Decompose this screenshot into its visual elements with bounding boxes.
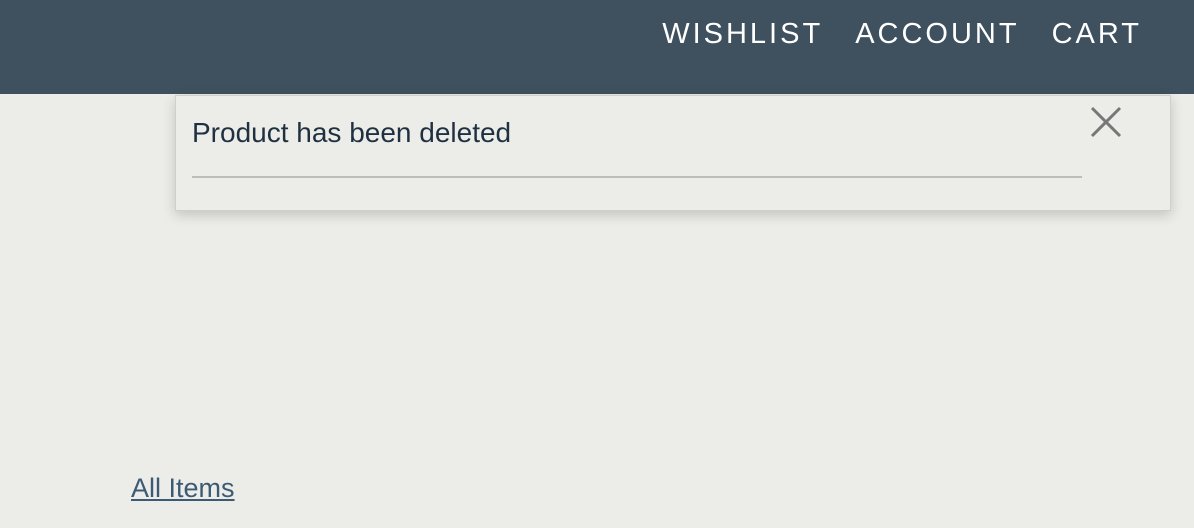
- close-icon: [1090, 106, 1122, 138]
- notification-close-button[interactable]: [1088, 104, 1124, 140]
- nav-account-link[interactable]: ACCOUNT: [855, 16, 1019, 52]
- header-nav: WISHLIST ACCOUNT CART: [662, 16, 1142, 52]
- nav-cart-link[interactable]: CART: [1052, 16, 1142, 52]
- nav-wishlist-link[interactable]: WISHLIST: [662, 16, 823, 52]
- top-navigation-bar: WISHLIST ACCOUNT CART: [0, 0, 1194, 94]
- notification-divider: [192, 176, 1082, 178]
- notification-toast: Product has been deleted: [175, 95, 1171, 211]
- all-items-link[interactable]: All Items: [131, 472, 235, 504]
- notification-message: Product has been deleted: [192, 117, 512, 148]
